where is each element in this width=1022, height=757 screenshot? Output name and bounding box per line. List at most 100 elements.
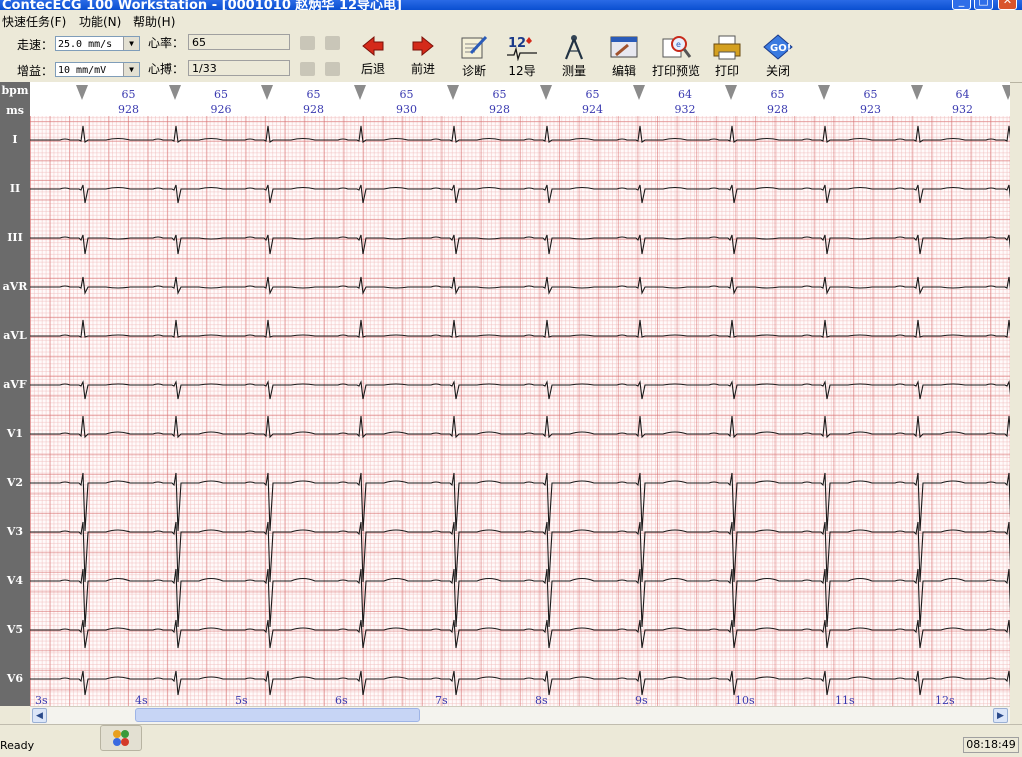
next-beat-button[interactable] — [300, 62, 315, 76]
first-beat-button[interactable] — [300, 36, 315, 50]
forward-button[interactable]: 前进 — [406, 33, 440, 81]
time-label: 10s — [735, 694, 755, 706]
beat-label: 心搏： — [148, 62, 185, 76]
print-preview-button[interactable]: e 打印预览 — [651, 33, 701, 81]
horizontal-scrollbar[interactable]: ◀ ▶ — [30, 706, 1010, 724]
gain-select[interactable]: 10 mm/mV ▼ — [55, 62, 140, 77]
heart-rate-label: 心率： — [148, 36, 185, 50]
title-bar: ContecECG 100 Workstation - [0001010 赵炳华… — [0, 0, 1022, 10]
lead-trace-I — [30, 125, 1010, 143]
scroll-left-button[interactable]: ◀ — [32, 708, 47, 723]
beat-bpm: 65 — [122, 88, 136, 101]
beat-interval-ms: 928 — [767, 103, 788, 116]
beat-interval-ms: 924 — [582, 103, 603, 116]
back-button[interactable]: 后退 — [356, 33, 390, 81]
print-preview-icon: e — [662, 36, 692, 58]
close-window-button[interactable]: ✕ — [998, 0, 1017, 10]
beat-bpm: 65 — [771, 88, 785, 101]
back-label: 后退 — [360, 62, 385, 76]
ecg-chart[interactable]: 65 928 65 926 65 928 65 930 65 928 65 924 64 932 65 928… — [30, 82, 1010, 706]
time-label: 8s — [535, 694, 548, 706]
beat-interval-ms: 932 — [675, 103, 696, 116]
bpm-row-label: bpm — [1, 84, 29, 97]
twelve-lead-button[interactable]: 12 12导 — [504, 33, 540, 81]
printer-icon — [713, 35, 741, 60]
compass-icon — [564, 35, 584, 60]
time-label: 11s — [835, 694, 855, 706]
beat-field: 1/33 — [188, 60, 290, 76]
svg-text:GO!: GO! — [770, 43, 791, 54]
beat-bpm: 65 — [586, 88, 600, 101]
lead-label-column: bpm ms I II III aVR aVL aVF V1 V2 V3 V4 V5 V6 — [0, 82, 30, 706]
lead-label-I: I — [12, 133, 18, 146]
edit-window-icon — [610, 36, 638, 58]
beat-interval-ms: 928 — [118, 103, 139, 116]
gain-value: 10 mm/mV — [58, 65, 107, 76]
arrow-left-icon — [362, 35, 384, 57]
status-text: Ready — [0, 739, 35, 752]
lead-trace-II — [30, 184, 1010, 204]
lead-trace-V4 — [30, 568, 1010, 628]
heart-rate-field: 65 — [188, 34, 290, 50]
beat-bpm: 64 — [678, 88, 692, 101]
diagnosis-label: 诊断 — [461, 64, 486, 78]
app-logo-icon — [113, 730, 129, 746]
print-label: 打印 — [714, 64, 739, 78]
edit-button[interactable]: 编辑 — [606, 33, 642, 81]
scroll-thumb[interactable] — [135, 708, 420, 722]
menu-quick-tasks[interactable]: 快速任务(F) — [2, 13, 66, 30]
lead-label-V4: V4 — [6, 574, 24, 587]
beat-interval-ms: 923 — [860, 103, 881, 116]
arrow-right-icon — [412, 35, 434, 57]
close-label: 关闭 — [765, 64, 790, 78]
last-beat-button[interactable] — [325, 62, 340, 76]
lead-trace-aVR — [30, 276, 1010, 295]
measure-button[interactable]: 测量 — [556, 33, 592, 81]
time-label: 3s — [35, 694, 48, 706]
time-label: 9s — [635, 694, 648, 706]
time-label: 5s — [235, 694, 248, 706]
forward-label: 前进 — [410, 62, 435, 76]
lead-label-V3: V3 — [6, 525, 24, 538]
chevron-down-icon[interactable]: ▼ — [123, 37, 139, 50]
chevron-down-icon[interactable]: ▼ — [123, 63, 139, 76]
diagnosis-button[interactable]: 诊断 — [456, 33, 492, 81]
time-label: 4s — [135, 694, 148, 706]
speed-label: 走速： — [17, 38, 54, 52]
lead-trace-V5 — [30, 619, 1010, 649]
notepad-pen-icon — [461, 35, 488, 59]
beat-bpm: 65 — [493, 88, 507, 101]
minimize-button[interactable]: _ — [952, 0, 971, 10]
lead-label-V1: V1 — [6, 427, 24, 440]
twelve-lead-icon: 12 — [507, 36, 537, 61]
maximize-button[interactable]: □ — [974, 0, 993, 10]
time-label: 6s — [335, 694, 348, 706]
menu-functions[interactable]: 功能(N) — [79, 13, 121, 30]
measure-label: 测量 — [561, 64, 586, 78]
beat-bpm: 65 — [400, 88, 414, 101]
speed-select[interactable]: 25.0 mm/s ▼ — [55, 36, 140, 51]
lead-trace-III — [30, 234, 1010, 255]
lead-label-II: II — [9, 182, 21, 195]
close-record-button[interactable]: GO! 关闭 — [760, 33, 796, 81]
beat-bpm: 65 — [307, 88, 321, 101]
beat-interval-ms: 926 — [211, 103, 232, 116]
menu-bar: 快速任务(F) 功能(N) 帮助(H) — [0, 11, 1022, 30]
print-button[interactable]: 打印 — [709, 33, 745, 81]
lead-trace-V1 — [30, 415, 1010, 439]
svg-text:e: e — [676, 40, 681, 49]
window-title: ContecECG 100 Workstation - [0001010 赵炳华… — [2, 0, 402, 10]
lead-trace-V6 — [30, 670, 1010, 696]
lead-label-V5: V5 — [6, 623, 24, 636]
taskbar-app-button[interactable] — [100, 725, 142, 751]
speed-value: 25.0 mm/s — [58, 39, 113, 50]
menu-help[interactable]: 帮助(H) — [133, 13, 175, 30]
beat-bpm: 65 — [864, 88, 878, 101]
lead-label-aVR: aVR — [2, 280, 28, 293]
prev-beat-button[interactable] — [325, 36, 340, 50]
status-clock: 08:18:49 — [963, 737, 1019, 753]
beat-interval-ms: 932 — [952, 103, 973, 116]
scroll-right-button[interactable]: ▶ — [993, 708, 1008, 723]
edit-label: 编辑 — [611, 64, 636, 78]
ms-row-label: ms — [6, 104, 24, 117]
